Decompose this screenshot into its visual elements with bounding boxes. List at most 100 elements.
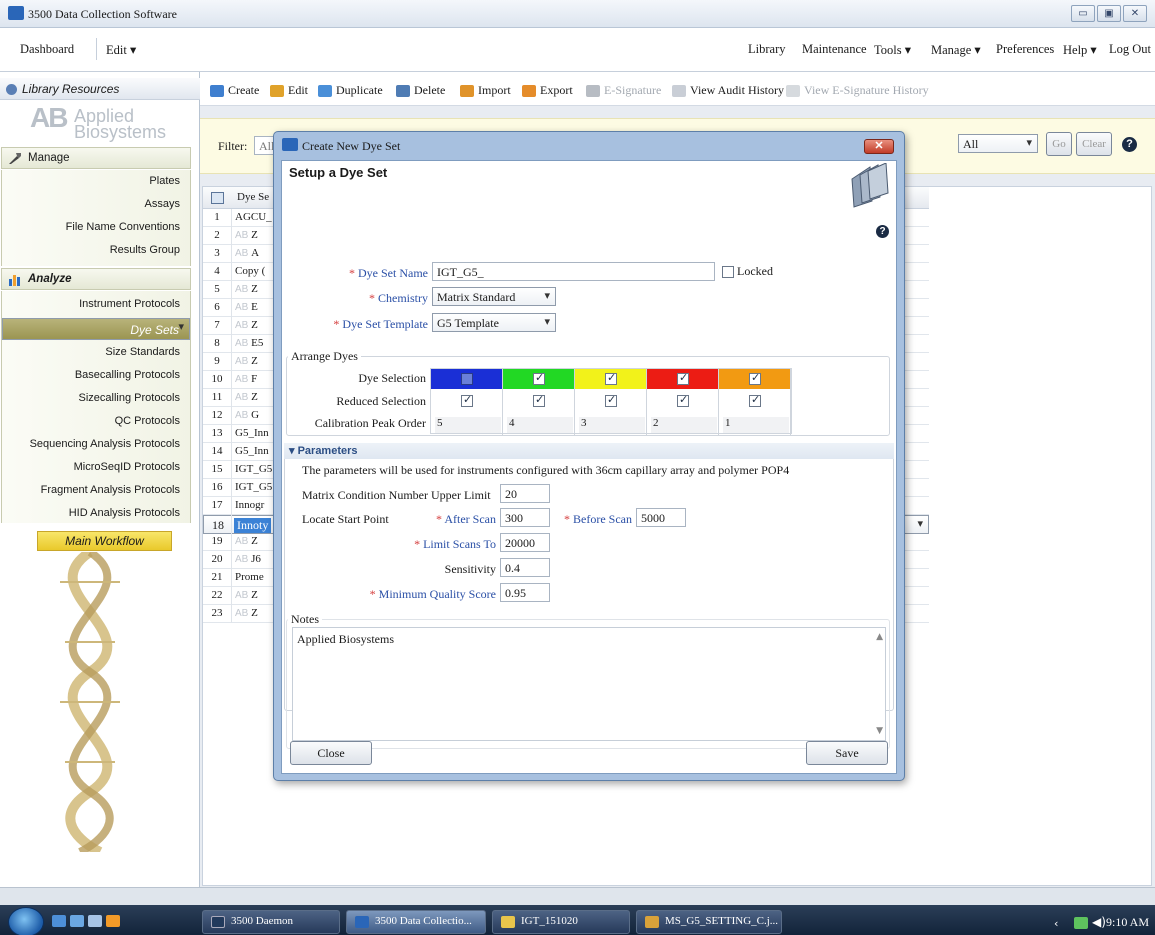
- nav-plates[interactable]: Plates: [149, 175, 180, 187]
- calibration-peak-order-value[interactable]: 1: [723, 417, 789, 433]
- menu-help[interactable]: Help ▾: [1063, 42, 1097, 58]
- show-desktop-icon[interactable]: [52, 915, 66, 927]
- filter-select[interactable]: All: [958, 134, 1038, 153]
- view-audit-history-button[interactable]: View Audit History: [672, 83, 784, 98]
- calibration-peak-order-value[interactable]: 2: [651, 417, 717, 433]
- row-number: 22: [211, 589, 223, 601]
- parameters-header[interactable]: ▾ Parameters: [284, 443, 894, 459]
- filter-label: Filter:: [218, 139, 248, 153]
- scroll-down-icon[interactable]: ▼: [876, 726, 883, 736]
- calibration-peak-order-value[interactable]: 4: [507, 417, 573, 433]
- explorer-icon[interactable]: [70, 915, 84, 927]
- manage-section-header[interactable]: Manage: [1, 147, 191, 169]
- row-dye-set-name: G5_Inn: [235, 445, 269, 457]
- nav-instrument-protocols[interactable]: Instrument Protocols: [79, 298, 180, 310]
- row-number: 6: [214, 301, 220, 313]
- nav-sizecalling-protocols[interactable]: Sizecalling Protocols: [79, 392, 181, 404]
- import-button[interactable]: Import: [460, 83, 511, 98]
- nav-results-group[interactable]: Results Group: [110, 244, 180, 256]
- nav-basecalling-protocols[interactable]: Basecalling Protocols: [75, 369, 180, 381]
- tray-expand-icon[interactable]: ‹: [1054, 917, 1058, 930]
- minimum-quality-score-input[interactable]: 0.95: [500, 583, 550, 602]
- app-quicklaunch-icon[interactable]: [88, 915, 102, 927]
- dye-selection-checkbox[interactable]: [533, 371, 545, 385]
- calibration-peak-order-value[interactable]: 3: [579, 417, 645, 433]
- dye-set-name-input[interactable]: IGT_G5_: [432, 262, 715, 281]
- before-scan-input[interactable]: 5000: [636, 508, 686, 527]
- dialog-close-icon[interactable]: ✕: [864, 139, 894, 154]
- row-dye-set-name: AB Z: [235, 283, 258, 295]
- after-scan-input[interactable]: 300: [500, 508, 550, 527]
- clear-button[interactable]: Clear: [1076, 132, 1112, 156]
- create-button[interactable]: Create: [210, 83, 259, 98]
- dye-selection-checkbox[interactable]: [605, 371, 617, 385]
- reduced-selection-checkbox[interactable]: [533, 393, 545, 407]
- locked-checkbox[interactable]: Locked: [722, 264, 773, 279]
- network-icon[interactable]: [1074, 917, 1088, 929]
- nav-qc-protocols[interactable]: QC Protocols: [115, 415, 180, 427]
- reduced-selection-checkbox[interactable]: [461, 393, 473, 407]
- reduced-selection-checkbox[interactable]: [605, 393, 617, 407]
- locked-checkbox-box[interactable]: [722, 265, 734, 278]
- e-signature-button[interactable]: E-Signature: [586, 83, 661, 98]
- nav-assays[interactable]: Assays: [145, 198, 180, 210]
- dialog-help-icon[interactable]: ?: [876, 225, 889, 238]
- task-ms-g5-setting[interactable]: MS_G5_SETTING_C.j...: [636, 910, 782, 934]
- dye-set-template-select[interactable]: G5 Template: [432, 313, 556, 332]
- edit-button[interactable]: Edit: [270, 83, 308, 98]
- duplicate-button[interactable]: Duplicate: [318, 83, 383, 98]
- close-window-button[interactable]: ✕: [1123, 5, 1147, 22]
- start-button[interactable]: [8, 907, 44, 935]
- parameters-note: The parameters will be used for instrume…: [302, 463, 790, 477]
- scroll-up-icon[interactable]: ▲: [876, 632, 883, 642]
- volume-icon[interactable]: ◀): [1092, 915, 1106, 929]
- reduced-selection-checkbox[interactable]: [677, 393, 689, 407]
- reduced-selection-checkbox[interactable]: [749, 393, 761, 407]
- row-number: 19: [211, 535, 223, 547]
- menu-edit[interactable]: Edit ▾: [106, 42, 136, 58]
- help-icon[interactable]: ?: [1122, 137, 1137, 152]
- menu-tools[interactable]: Tools ▾: [874, 42, 911, 58]
- view-e-signature-history-button[interactable]: View E-Signature History: [786, 83, 929, 98]
- calibration-peak-order-value[interactable]: 5: [435, 417, 501, 433]
- menu-maintenance[interactable]: Maintenance: [802, 42, 867, 57]
- sensitivity-input[interactable]: 0.4: [500, 558, 550, 577]
- delete-button[interactable]: Delete: [396, 83, 445, 98]
- nav-microseqid-protocols[interactable]: MicroSeqID Protocols: [74, 461, 180, 473]
- menu-logout[interactable]: Log Out: [1109, 42, 1151, 57]
- task-3500-daemon[interactable]: 3500 Daemon: [202, 910, 340, 934]
- row-dye-set-name: AGCU_: [235, 211, 272, 223]
- save-button[interactable]: Save: [806, 741, 888, 765]
- menu-manage[interactable]: Manage ▾: [931, 42, 981, 58]
- task-data-collection[interactable]: 3500 Data Collectio...: [346, 910, 486, 934]
- analyze-section-header[interactable]: Analyze: [1, 268, 191, 290]
- nav-size-standards[interactable]: Size Standards: [105, 346, 180, 358]
- dye-selection-checkbox[interactable]: [461, 373, 473, 385]
- nav-sequencing-analysis-protocols[interactable]: Sequencing Analysis Protocols: [30, 438, 180, 450]
- limit-scans-input[interactable]: 20000: [500, 533, 550, 552]
- main-workflow-button[interactable]: Main Workflow: [37, 531, 172, 551]
- column-header-dye-set[interactable]: Dye Se: [237, 191, 269, 203]
- dye-selection-checkbox[interactable]: [749, 371, 761, 385]
- system-clock[interactable]: 9:10 AM: [1106, 915, 1149, 930]
- go-button[interactable]: Go: [1046, 132, 1072, 156]
- dye-selection-checkbox[interactable]: [677, 371, 689, 385]
- notes-textarea[interactable]: Applied Biosystems ▲ ▼: [292, 627, 886, 741]
- chemistry-select[interactable]: Matrix Standard: [432, 287, 556, 306]
- menu-dashboard[interactable]: Dashboard: [20, 42, 74, 57]
- minimize-button[interactable]: ▭: [1071, 5, 1095, 22]
- nav-fragment-analysis-protocols[interactable]: Fragment Analysis Protocols: [41, 484, 180, 496]
- nav-file-name-conventions[interactable]: File Name Conventions: [66, 221, 180, 233]
- task-igt-folder[interactable]: IGT_151020: [492, 910, 630, 934]
- matrix-condition-input[interactable]: 20: [500, 484, 550, 503]
- menu-preferences[interactable]: Preferences: [996, 42, 1054, 57]
- table-settings-icon[interactable]: [211, 192, 224, 204]
- row-dye-set-name: Innogr: [235, 499, 265, 511]
- nav-hid-analysis-protocols[interactable]: HID Analysis Protocols: [69, 507, 180, 519]
- media-player-icon[interactable]: [106, 915, 120, 927]
- maximize-button[interactable]: ▣: [1097, 5, 1121, 22]
- close-button[interactable]: Close: [290, 741, 372, 765]
- export-button[interactable]: Export: [522, 83, 573, 98]
- nav-dye-sets[interactable]: Dye Sets: [2, 318, 190, 340]
- menu-library[interactable]: Library: [748, 42, 785, 57]
